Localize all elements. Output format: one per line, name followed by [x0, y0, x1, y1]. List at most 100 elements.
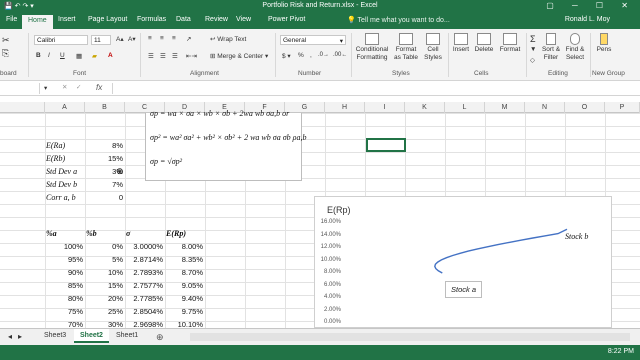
merge-center-button[interactable]: ⊞ Merge & Center ▾	[210, 52, 268, 60]
increase-decimal-icon[interactable]: .0→	[318, 52, 329, 58]
tab-review[interactable]: Review	[205, 16, 228, 23]
cell-styles-button[interactable]: Cell Styles	[422, 33, 444, 62]
tab-data[interactable]: Data	[176, 16, 191, 23]
user-name[interactable]: Ronald L. Moy	[565, 16, 610, 23]
scroll-right-icon[interactable]: ▸	[12, 329, 28, 343]
table-cell[interactable]: 5%	[86, 255, 123, 264]
table-cell[interactable]: 95%	[46, 255, 83, 264]
stat-label[interactable]: E(Rb)	[46, 154, 65, 163]
tab-page-layout[interactable]: Page Layout	[88, 16, 127, 23]
table-cell[interactable]: 2.7577%	[126, 281, 163, 290]
percent-icon[interactable]: %	[298, 52, 304, 59]
align-middle-icon[interactable]: ≡	[160, 35, 164, 42]
table-cell[interactable]: 80%	[46, 294, 83, 303]
stat-label[interactable]: Std Dev b	[46, 180, 77, 189]
pens-button[interactable]: Pens	[592, 33, 616, 54]
column-header[interactable]: I	[365, 102, 405, 113]
table-header[interactable]: %b	[86, 229, 97, 238]
column-header[interactable]: H	[325, 102, 365, 113]
cancel-icon[interactable]: ✕	[62, 83, 67, 91]
grow-font-icon[interactable]: A▴	[116, 35, 124, 43]
table-cell[interactable]: 8.70%	[166, 268, 203, 277]
indent-icon[interactable]: ⇤⇥	[186, 52, 197, 60]
table-cell[interactable]: 8.35%	[166, 255, 203, 264]
select-all-corner[interactable]	[0, 102, 45, 113]
shrink-font-icon[interactable]: A▾	[128, 35, 136, 43]
sheet-tab-sheet2[interactable]: Sheet2	[74, 329, 109, 343]
column-header[interactable]: K	[405, 102, 445, 113]
number-format-select[interactable]: General ▾	[280, 35, 346, 45]
column-header[interactable]: G	[285, 102, 325, 113]
table-cell[interactable]: 90%	[46, 268, 83, 277]
stat-value[interactable]: 0	[86, 193, 123, 202]
table-cell[interactable]: 9.75%	[166, 307, 203, 316]
enter-icon[interactable]: ✓	[76, 83, 81, 91]
table-cell[interactable]: 2.7893%	[126, 268, 163, 277]
table-cell[interactable]: 2.8504%	[126, 307, 163, 316]
conditional-formatting-button[interactable]: Conditional Formatting	[354, 33, 390, 62]
table-cell[interactable]: 100%	[46, 242, 83, 251]
bold-button[interactable]: B	[36, 52, 41, 59]
table-header[interactable]: E(Rp)	[166, 229, 186, 238]
align-center-icon[interactable]: ☰	[160, 52, 166, 60]
table-header[interactable]: %a	[46, 229, 57, 238]
align-left-icon[interactable]: ☰	[148, 52, 154, 60]
table-cell[interactable]: 20%	[86, 294, 123, 303]
align-bottom-icon[interactable]: ≡	[172, 35, 176, 42]
copy-icon[interactable]: ⎘	[2, 48, 9, 59]
efficient-frontier-line[interactable]	[434, 228, 568, 274]
font-size-select[interactable]: 11	[91, 35, 111, 45]
tell-me-box[interactable]: 💡 Tell me what you want to do...	[347, 16, 450, 24]
decrease-decimal-icon[interactable]: .00←	[333, 52, 347, 58]
equation-textbox[interactable]: σp = wa × σa × wb × σb + 2wa wb σa,b or …	[145, 109, 307, 181]
column-header[interactable]: O	[565, 102, 605, 113]
tab-power-pivot[interactable]: Power Pivot	[268, 16, 305, 23]
align-top-icon[interactable]: ≡	[148, 35, 152, 42]
table-cell[interactable]: 75%	[46, 307, 83, 316]
autosum-icon[interactable]: Σ	[530, 34, 536, 44]
tab-file[interactable]: File	[6, 16, 17, 23]
cut-icon[interactable]: ✂	[2, 35, 10, 46]
window-controls[interactable]: ▢ ─ ☐ ✕	[546, 1, 636, 10]
delete-cells-button[interactable]: Delete	[472, 33, 496, 54]
stat-value[interactable]: 7%	[86, 180, 123, 189]
table-cell[interactable]: 15%	[86, 281, 123, 290]
column-header[interactable]: P	[605, 102, 640, 113]
name-box[interactable]	[0, 83, 40, 94]
tab-insert[interactable]: Insert	[58, 16, 76, 23]
font-color-icon[interactable]: A	[108, 52, 113, 59]
comma-icon[interactable]: ,	[310, 52, 312, 59]
add-sheet-icon[interactable]: ⊕	[150, 329, 170, 343]
portfolio-chart[interactable]: E(Rp) 16.00% 14.00% 12.00% 10.00% 8.00% 6.00%…	[314, 196, 612, 328]
horizontal-scrollbar[interactable]	[190, 333, 630, 341]
table-cell[interactable]: 85%	[46, 281, 83, 290]
table-header[interactable]: σ	[126, 229, 130, 238]
borders-icon[interactable]: ▦	[76, 52, 82, 60]
column-header[interactable]: A	[45, 102, 85, 113]
formula-input[interactable]	[112, 83, 636, 94]
table-cell[interactable]: 2.7785%	[126, 294, 163, 303]
table-cell[interactable]: 2.8714%	[126, 255, 163, 264]
sort-filter-button[interactable]: Sort & Filter	[540, 33, 562, 62]
wrap-text-button[interactable]: ↩ Wrap Text	[210, 35, 246, 43]
column-header[interactable]: M	[485, 102, 525, 113]
name-box-dropdown-icon[interactable]: ▾	[44, 84, 47, 92]
stock-a-label[interactable]: Stock a	[445, 281, 483, 298]
format-cells-button[interactable]: Format	[497, 33, 523, 54]
orientation-icon[interactable]: ↗	[186, 35, 191, 43]
stat-label[interactable]: E(Ra)	[46, 141, 65, 150]
stat-value[interactable]: 8%	[86, 141, 123, 150]
tab-home[interactable]: Home	[22, 15, 53, 29]
table-cell[interactable]: 3.0000%	[126, 242, 163, 251]
font-name-select[interactable]: Calibri	[34, 35, 88, 45]
table-cell[interactable]: 0%	[86, 242, 123, 251]
column-header[interactable]: B	[85, 102, 125, 113]
align-right-icon[interactable]: ☰	[172, 52, 178, 60]
sheet-tab-sheet1[interactable]: Sheet1	[110, 329, 144, 343]
fill-icon[interactable]: ▼	[530, 46, 536, 53]
tab-formulas[interactable]: Formulas	[137, 16, 166, 23]
table-cell[interactable]: 9.40%	[166, 294, 203, 303]
underline-button[interactable]: U	[60, 52, 65, 59]
function-icon[interactable]: fx	[96, 83, 102, 92]
table-cell[interactable]: 10%	[86, 268, 123, 277]
